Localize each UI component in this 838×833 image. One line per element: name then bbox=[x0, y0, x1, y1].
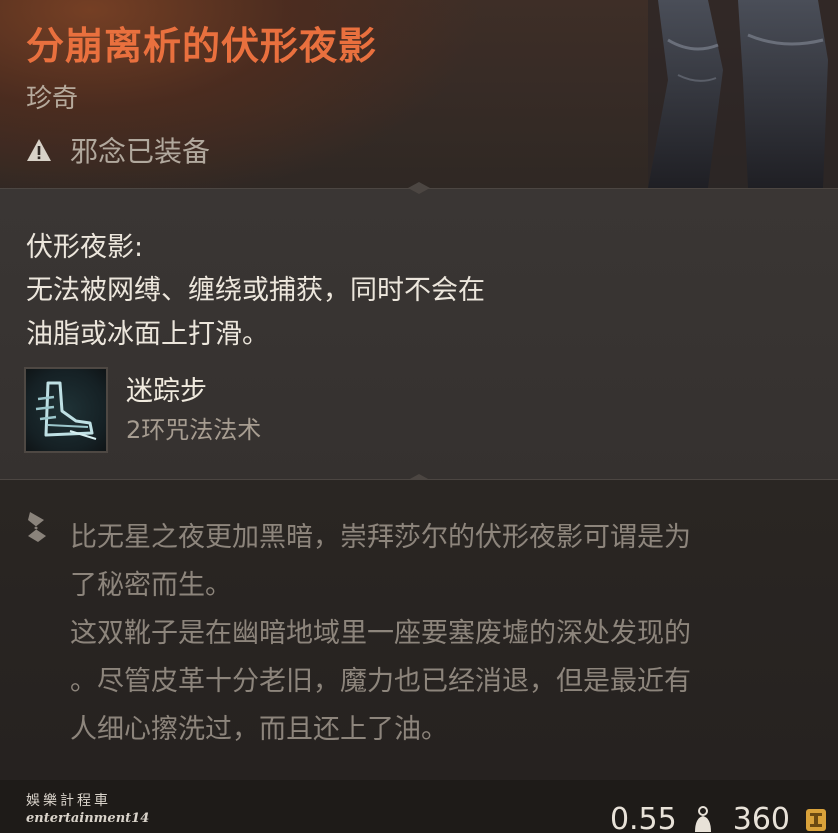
effect-description-line: 无法被网缚、缠绕或捕获，同时不会在 bbox=[26, 275, 485, 306]
item-tooltip: 分崩离析的伏形夜影 珍奇 邪念已装备 伏形夜影: 无法被网缚、缠绕或捕获，同时不… bbox=[0, 0, 838, 833]
watermark-en: entertainment14 bbox=[26, 811, 150, 826]
quill-icon bbox=[28, 512, 46, 542]
warning-text: 邪念已装备 bbox=[70, 135, 211, 168]
spell-name: 迷踪步 bbox=[126, 376, 207, 407]
divider-notch bbox=[408, 182, 430, 194]
gold-value: 360 bbox=[732, 802, 790, 833]
spell-text: 迷踪步 2环咒法法术 bbox=[126, 372, 261, 448]
warning-row: 邪念已装备 bbox=[26, 130, 210, 170]
gold-coin-icon bbox=[806, 809, 826, 831]
boots-artwork bbox=[648, 0, 838, 188]
weight-icon bbox=[694, 806, 711, 832]
lore-line: 人细心擦洗过，而且还上了油。 bbox=[70, 714, 448, 745]
warning-icon bbox=[27, 139, 51, 161]
lore-section: 比无星之夜更加黑暗，崇拜莎尔的伏形夜影可谓是为 了秘密而生。 这双靴子是在幽暗地… bbox=[0, 480, 838, 780]
winged-boot-icon bbox=[24, 367, 108, 453]
weight-value: 0.55 bbox=[609, 802, 677, 833]
effect-description-line: 油脂或冰面上打滑。 bbox=[26, 319, 269, 350]
lore-line: 比无星之夜更加黑暗，崇拜莎尔的伏形夜影可谓是为 bbox=[70, 522, 691, 553]
item-stats: 0.55 360 bbox=[610, 800, 828, 833]
effect-name: 伏形夜影: bbox=[26, 232, 144, 263]
spell-level: 2环咒法法术 bbox=[126, 416, 262, 444]
lore-line: 这双靴子是在幽暗地域里一座要塞废墟的深处发现的 bbox=[70, 618, 691, 649]
effect-description: 无法被网缚、缠绕或捕获，同时不会在 油脂或冰面上打滑。 bbox=[26, 269, 626, 357]
item-title: 分崩离析的伏形夜影 bbox=[26, 24, 378, 68]
lore-text: 比无星之夜更加黑暗，崇拜莎尔的伏形夜影可谓是为 了秘密而生。 这双靴子是在幽暗地… bbox=[70, 514, 818, 754]
tooltip-header: 分崩离析的伏形夜影 珍奇 邪念已装备 bbox=[0, 0, 838, 188]
lore-line: 。尽管皮革十分老旧，魔力也已经消退，但是最近有 bbox=[70, 666, 691, 697]
lore-line: 了秘密而生。 bbox=[70, 570, 232, 601]
watermark-cn: 娛樂計程車 bbox=[26, 793, 111, 809]
effect-section: 伏形夜影: 无法被网缚、缠绕或捕获，同时不会在 油脂或冰面上打滑。 迷踪步 2环… bbox=[0, 188, 838, 480]
watermark: 娛樂計程車 entertainment14 bbox=[26, 790, 149, 826]
granted-spell[interactable]: 迷踪步 2环咒法法术 bbox=[24, 367, 261, 453]
item-rarity: 珍奇 bbox=[26, 84, 79, 114]
